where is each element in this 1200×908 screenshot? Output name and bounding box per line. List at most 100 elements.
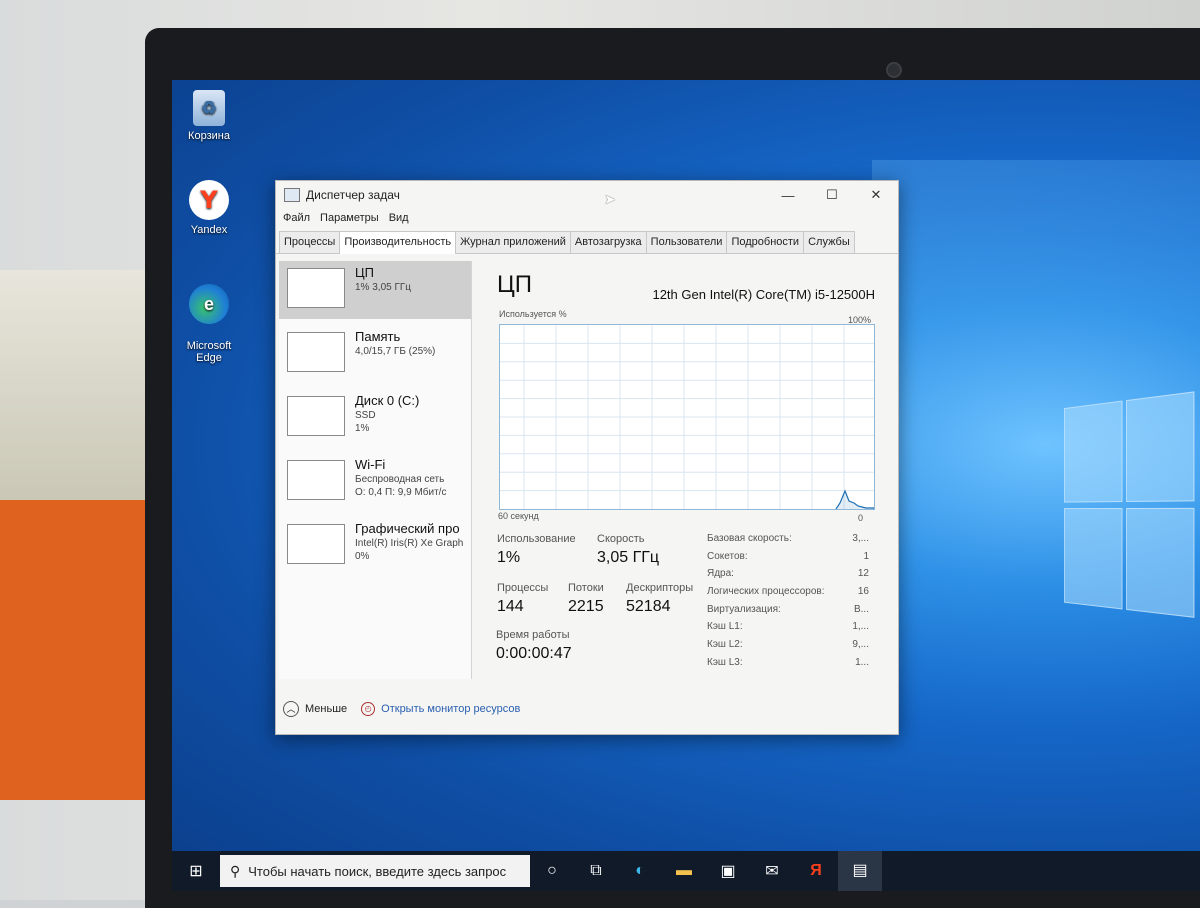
desktop-icon-label: Yandex [172,224,249,236]
spec-row: Логических процессоров: 16 [707,586,869,604]
spec-row: Виртуализация: В... [707,604,869,622]
resource-thumbnail [287,268,345,308]
tab-performance[interactable]: Производительность [339,231,456,254]
tab-bar: Процессы Производительность Журнал прило… [276,231,898,254]
stat-label: Дескрипторы [626,582,693,594]
resource-name: Wi-Fi [355,457,446,472]
resource-detail: Беспроводная сеть [355,474,446,485]
yandex-taskbar-icon[interactable]: Я [794,862,838,880]
store-counter [0,270,150,510]
resource-item-cpu[interactable]: ЦП 1% 3,05 ГГц [279,261,471,319]
resource-item-wifi[interactable]: Wi-Fi Беспроводная сеть О: 0,4 П: 9,9 Мбит… [279,453,471,511]
spec-row: Ядра: 12 [707,568,869,586]
store-icon[interactable]: ▣ [706,861,750,881]
spec-value: 9,... [852,639,869,657]
tab-details[interactable]: Подробности [726,231,804,253]
resource-name: ЦП [355,265,411,280]
minimize-button[interactable]: — [766,188,810,203]
menu-file[interactable]: Файл [283,212,310,224]
spec-value: 1... [855,657,869,675]
resource-detail: 4,0/15,7 ГБ (25%) [355,346,435,357]
stat-value: 0:00:00:47 [496,645,572,663]
resource-list: ЦП 1% 3,05 ГГц Память 4,0/15,7 ГБ (25%) Ди… [279,261,472,679]
resource-detail: О: 0,4 П: 9,9 Мбит/с [355,487,446,498]
spec-label: Кэш L1: [707,621,743,639]
webcam [886,62,902,78]
resource-thumbnail [287,524,345,564]
tab-users[interactable]: Пользователи [646,231,728,253]
resource-name: Диск 0 (C:) [355,393,419,408]
title-bar[interactable]: Диспетчер задач — ☐ ✕ [276,181,898,209]
desktop-icon-edge[interactable]: e Microsoft Edge [172,272,249,376]
chevron-up-icon[interactable]: ︿ [283,701,299,717]
mail-icon[interactable]: ✉ [750,861,794,881]
stat-value: 52184 [626,598,693,616]
spec-label: Кэш L3: [707,657,743,675]
menu-view[interactable]: Вид [389,212,409,224]
stat-handles: Дескрипторы 52184 [626,582,693,616]
spec-value: 1,... [852,621,869,639]
menu-options[interactable]: Параметры [320,212,379,224]
stat-value: 1% [497,549,576,567]
task-manager-app-icon [284,188,300,202]
resource-detail: SSD [355,410,419,421]
stat-label: Скорость [597,533,659,545]
cpu-heading: ЦП [497,271,532,299]
cpu-specs: Базовая скорость: 3,... Сокетов: 1 Ядра: 12… [707,533,869,675]
stat-value: 3,05 ГГц [597,549,659,567]
windows-logo-wallpaper [1064,391,1200,630]
spec-row: Сокетов: 1 [707,551,869,569]
spec-value: 3,... [852,533,869,551]
close-button[interactable]: ✕ [854,187,898,203]
fewer-details-link[interactable]: Меньше [305,703,347,715]
resource-item-gpu[interactable]: Графический про Intel(R) Iris(R) Xe Graph… [279,517,471,575]
stat-value: 2215 [568,598,604,616]
spec-value: 12 [858,568,869,586]
task-manager-window: Диспетчер задач — ☐ ✕ Файл Параметры Вид… [275,180,899,735]
resource-name: Память [355,329,435,344]
tab-services[interactable]: Службы [803,231,855,253]
cortana-icon[interactable]: ○ [530,862,574,880]
resource-detail: Intel(R) Iris(R) Xe Graph [355,538,463,549]
store-shelf [0,500,150,800]
tab-startup[interactable]: Автозагрузка [570,231,647,253]
taskbar-search-box[interactable]: ⚲ Чтобы начать поиск, введите здесь запр… [220,855,530,887]
yandex-browser-icon: Y [189,180,229,220]
spec-value: 1 [863,551,869,569]
resource-detail: 0% [355,551,463,562]
spec-label: Кэш L2: [707,639,743,657]
graph-min-label: 0 [858,513,863,523]
spec-value: 16 [858,586,869,604]
open-resource-monitor-link[interactable]: Открыть монитор ресурсов [381,703,520,715]
resource-detail: 1% 3,05 ГГц [355,282,411,293]
resource-item-disk[interactable]: Диск 0 (C:) SSD 1% [279,389,471,447]
resource-thumbnail [287,460,345,500]
tab-processes[interactable]: Процессы [279,231,340,253]
edge-taskbar-icon[interactable]: ◐ [618,862,662,880]
cpu-model: 12th Gen Intel(R) Core(TM) i5-12500H [652,287,875,302]
resource-thumbnail [287,332,345,372]
resource-item-memory[interactable]: Память 4,0/15,7 ГБ (25%) [279,325,471,383]
spec-label: Виртуализация: [707,604,781,622]
task-manager-taskbar-icon[interactable]: ▤ [838,851,882,891]
spec-row: Базовая скорость: 3,... [707,533,869,551]
maximize-button[interactable]: ☐ [810,187,854,203]
mouse-cursor-icon: ➤ [604,191,616,208]
window-title: Диспетчер задач [306,188,766,202]
graph-time-label: 60 секунд [498,511,539,521]
start-button[interactable]: ⊞ [172,861,220,881]
spec-label: Логических процессоров: [707,586,824,604]
desktop-icon-yandex[interactable]: Y Yandex [172,180,249,236]
stat-processes: Процессы 144 [497,582,548,616]
taskbar: ⊞ ⚲ Чтобы начать поиск, введите здесь за… [172,851,1200,891]
stat-label: Процессы [497,582,548,594]
file-explorer-icon[interactable]: ▬ [662,862,706,880]
tab-app-history[interactable]: Журнал приложений [455,231,571,253]
spec-row: Кэш L1: 1,... [707,621,869,639]
resource-monitor-icon: ◴ [361,702,375,716]
desktop-icon-recycle-bin[interactable]: ♻ Корзина [172,90,249,142]
stat-label: Использование [497,533,576,545]
task-view-icon[interactable]: ⧉ [574,862,618,880]
stat-label: Время работы [496,629,572,641]
desktop-icon-label: Корзина [172,130,249,142]
